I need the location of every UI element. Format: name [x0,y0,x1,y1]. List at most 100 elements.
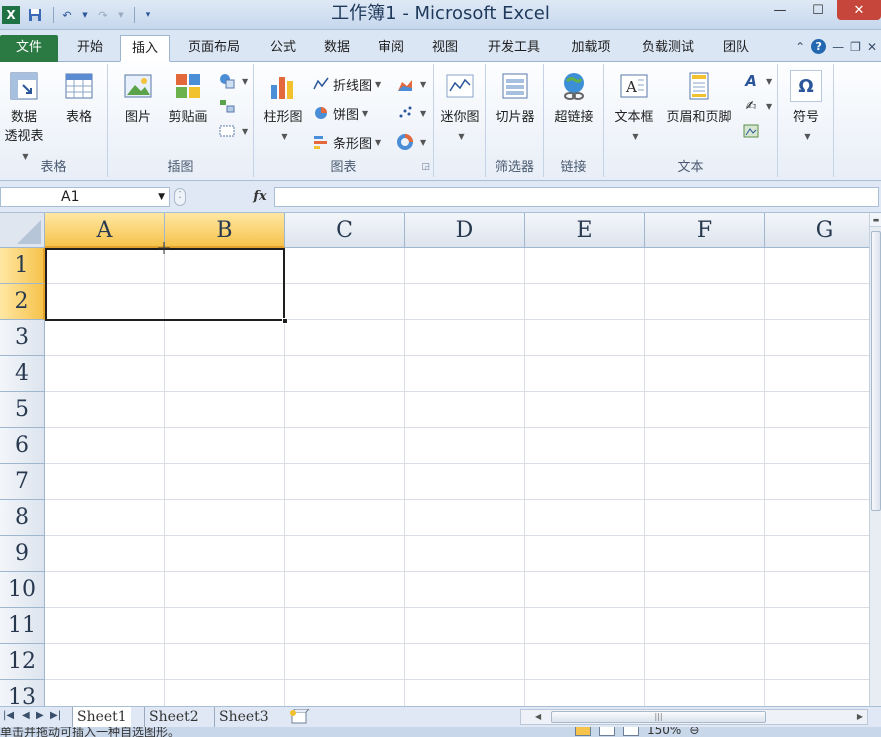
shapes-button[interactable]: ▼ [218,70,248,92]
column-header-f[interactable]: F [645,213,765,248]
close-button[interactable]: ✕ [837,0,881,20]
restore-window-icon[interactable]: ❐ [850,40,861,54]
zoom-out-icon[interactable]: ⊖ [689,727,699,737]
sparkline-button[interactable]: 迷你图 ▼ [434,70,486,146]
help-icon[interactable]: ? [811,39,827,54]
row-header-4[interactable]: 4 [0,356,45,392]
customize-toolbar-icon[interactable]: ▾ [139,6,157,24]
last-sheet-icon[interactable]: ▶| [50,710,61,721]
picture-button[interactable]: 图片 [116,70,160,127]
other-charts-button[interactable]: ▼ [396,131,426,153]
row-header-10[interactable]: 10 [0,572,45,608]
line-chart-button[interactable]: 折线图 ▼ [312,73,381,95]
tab-file[interactable]: 文件 [0,35,58,62]
formula-input[interactable] [274,187,879,207]
signature-line-button[interactable]: ✍ ▼ [742,95,773,117]
minimize-window-icon[interactable]: — [832,40,844,54]
row-header-11[interactable]: 11 [0,608,45,644]
pie-chart-button[interactable]: 饼图 ▼ [312,102,368,124]
row-header-12[interactable]: 12 [0,644,45,680]
row-header-6[interactable]: 6 [0,428,45,464]
row-header-7[interactable]: 7 [0,464,45,500]
tab-formulas[interactable]: 公式 [258,35,308,62]
object-button[interactable] [742,120,763,142]
line-chart-icon [312,75,330,93]
undo-icon[interactable]: ↶ [58,6,76,24]
page-layout-view-button[interactable] [599,727,615,736]
scroll-left-icon[interactable]: ◀ [535,710,541,724]
clipart-button[interactable]: 剪贴画 [164,70,212,127]
tab-developer[interactable]: 开发工具 [476,35,552,62]
first-sheet-icon[interactable]: |◀ [3,710,14,721]
chevron-down-icon[interactable]: ▼ [117,6,125,24]
insert-function-button[interactable]: fx [248,187,272,207]
tab-home[interactable]: 开始 [64,35,116,62]
header-footer-button[interactable]: 页眉和页脚 [660,70,738,127]
chevron-down-icon[interactable]: ▼ [81,6,89,24]
scroll-right-icon[interactable]: ▶ [857,710,863,724]
tab-team[interactable]: 团队 [714,35,758,62]
textbox-button[interactable]: A 文本框 ▼ [608,70,660,146]
screenshot-button[interactable]: ▼ [218,120,248,142]
excel-icon[interactable]: X [2,6,20,24]
tab-addins[interactable]: 加载项 [560,35,622,62]
column-chart-button[interactable]: 柱形图 ▼ [258,70,308,146]
vertical-scroll-thumb[interactable] [871,231,881,511]
row-header-8[interactable]: 8 [0,500,45,536]
column-header-d[interactable]: D [405,213,525,248]
area-chart-button[interactable]: ▼ [396,73,426,95]
vertical-scrollbar[interactable]: ▬ [869,213,881,706]
row-header-5[interactable]: 5 [0,392,45,428]
sheet-tab-sheet2[interactable]: Sheet2 [144,707,203,727]
page-break-view-button[interactable] [623,727,639,736]
formula-bar-resize-handle[interactable]: ⁚ [174,188,186,206]
symbol-button[interactable]: Ω 符号 ▼ [782,70,830,146]
hyperlink-button[interactable]: 超链接 [544,70,604,127]
row-header-9[interactable]: 9 [0,536,45,572]
bar-chart-button[interactable]: 条形图 ▼ [312,131,381,153]
row-header-13[interactable]: 13 [0,680,45,706]
close-window-icon[interactable]: ✕ [867,40,877,54]
maximize-button[interactable]: ☐ [799,0,837,20]
next-sheet-icon[interactable]: ▶ [36,710,44,721]
row-header-3[interactable]: 3 [0,320,45,356]
worksheet-grid[interactable]: ABCDEFG 1 2 3 4 5 6 7 8 9 10 11 12 13 [0,213,869,706]
sheet-tab-sheet3[interactable]: Sheet3 [214,707,273,727]
column-header-a[interactable]: A [45,213,165,248]
redo-icon[interactable]: ↷ [94,6,112,24]
tab-review[interactable]: 审阅 [366,35,416,62]
pivot-table-button[interactable]: 数据 透视表▼ [0,70,48,166]
prev-sheet-icon[interactable]: ◀ [22,710,30,721]
tab-page-layout[interactable]: 页面布局 [176,35,252,62]
normal-view-button[interactable] [575,727,591,736]
wordart-button[interactable]: A ▼ [742,70,772,92]
scatter-chart-button[interactable]: ▼ [396,102,426,124]
horizontal-scroll-thumb[interactable]: ||| [551,711,766,723]
column-header-e[interactable]: E [525,213,645,248]
sheet-tab-sheet1[interactable]: Sheet1 [72,707,131,727]
name-box[interactable]: A1 ▼ [0,187,170,207]
insert-sheet-icon[interactable] [288,708,311,725]
save-icon[interactable] [26,6,44,24]
tab-view[interactable]: 视图 [420,35,470,62]
row-header-1[interactable]: 1 [0,248,45,284]
row-header-2[interactable]: 2 [0,284,45,320]
chevron-down-icon[interactable]: ▼ [158,188,165,206]
split-box[interactable]: ▬ [870,213,881,227]
horizontal-scrollbar[interactable]: ◀ ||| ▶ [520,709,868,725]
minimize-button[interactable]: — [761,0,799,20]
column-header-b[interactable]: B [165,213,285,248]
tab-load-test[interactable]: 负载测试 [630,35,706,62]
fill-handle[interactable] [282,318,288,324]
column-header-g[interactable]: G [765,213,869,248]
tab-insert[interactable]: 插入 [120,35,170,62]
tab-data[interactable]: 数据 [312,35,362,62]
column-header-c[interactable]: C [285,213,405,248]
zoom-level[interactable]: 150% [647,727,681,737]
chevron-up-icon[interactable]: ⌃ [795,40,805,54]
smartart-button[interactable] [218,95,239,117]
slicer-button[interactable]: 切片器 [486,70,544,127]
smartart-icon [218,97,236,115]
select-all-button[interactable] [0,213,45,248]
table-button[interactable]: 表格 [56,70,102,127]
